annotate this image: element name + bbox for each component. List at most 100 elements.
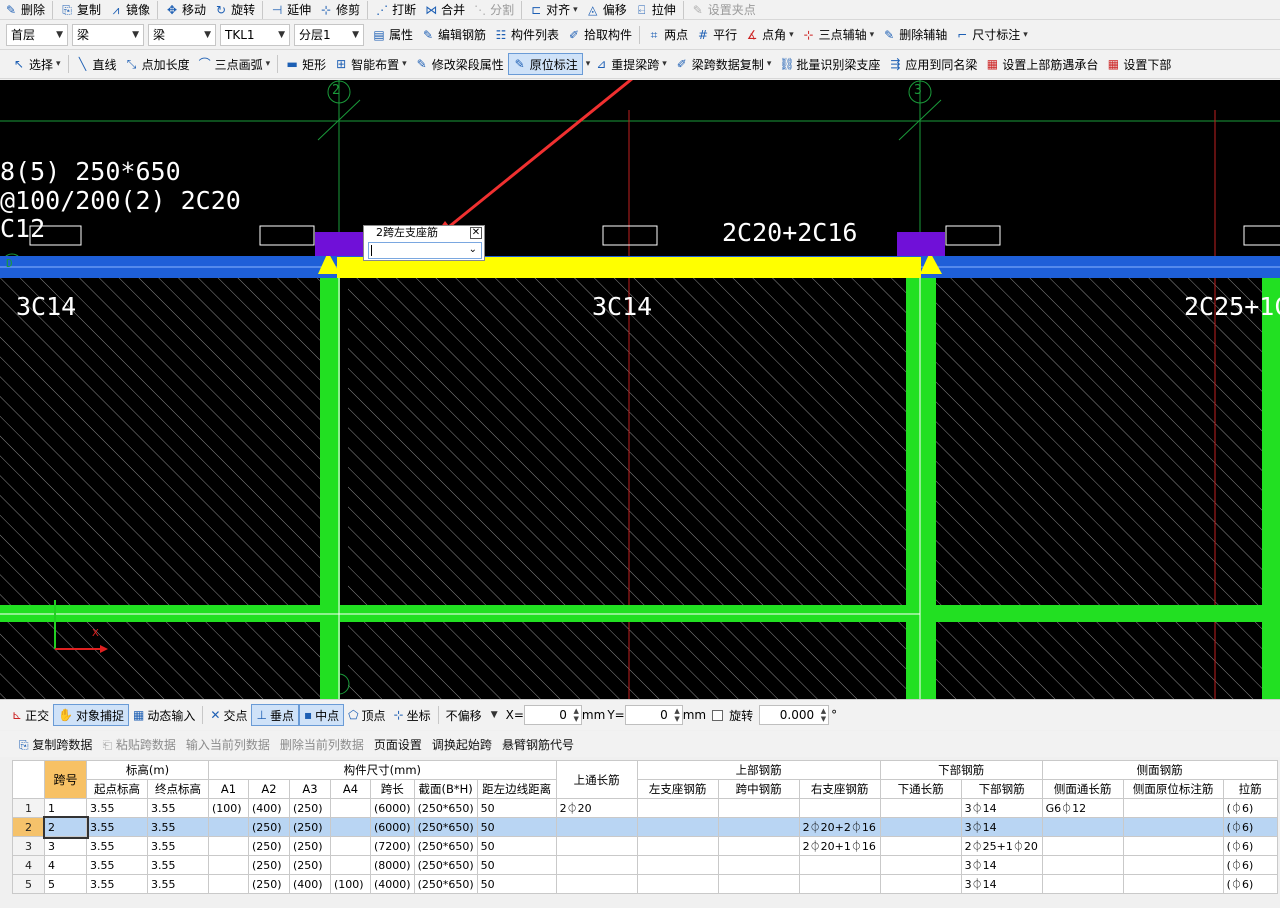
table-cell[interactable] [1122,874,1224,894]
table-cell[interactable] [879,836,962,856]
mirror-button[interactable]: ⩘ 镜像 [105,0,154,19]
annotation-box[interactable] [945,225,1001,246]
table-cell[interactable]: 3.55 [86,836,148,856]
table-cell[interactable]: 3.55 [147,874,209,894]
annotation-box[interactable] [602,225,658,246]
table-cell[interactable]: (250) [289,817,331,837]
pick-component-button[interactable]: ✐ 拾取构件 [563,20,636,49]
table-cell[interactable] [1041,817,1124,837]
table-cell[interactable]: 3.55 [147,798,209,818]
table-cell[interactable] [798,874,881,894]
table-cell[interactable]: (250) [248,817,290,837]
y-coordinate-input[interactable]: 0 ▲ ▼ [624,705,683,725]
table-cell[interactable]: 3.55 [147,836,209,856]
table-cell[interactable] [1041,874,1124,894]
chevron-down-icon[interactable]: ⌄ [469,244,477,255]
vertex-snap[interactable]: ⬠ 顶点 [344,704,389,726]
table-cell[interactable]: 3⏀14 [960,874,1043,894]
midpoint-snap[interactable]: ▪ 中点 [298,704,345,726]
offset-button[interactable]: ◬ 偏移 [582,0,631,19]
table-cell[interactable]: 3.55 [147,855,209,875]
table-cell[interactable] [555,874,638,894]
table-cell[interactable]: (8000) [370,855,415,875]
table-cell[interactable] [330,798,371,818]
table-cell[interactable]: (250*650) [413,874,478,894]
span-data-copy-button[interactable]: ✐ 梁跨数据复制 ▾ [671,50,776,78]
merge-button[interactable]: ⋈ 合并 [420,0,469,19]
table-cell[interactable]: (250) [289,855,331,875]
table-cell[interactable]: 4 [44,855,87,875]
table-cell[interactable]: 3.55 [86,874,148,894]
re-extract-span-button[interactable]: ⊿ 重提梁跨 ▾ [590,50,671,78]
table-cell[interactable]: (100) [208,798,249,818]
layer-select[interactable]: 分层1 ▼ [294,23,364,46]
rotate-angle-input[interactable]: 0.000 ▲ ▼ [759,705,830,725]
table-cell[interactable] [555,817,638,837]
table-cell[interactable]: G6⏀12 [1041,798,1124,818]
table-cell[interactable] [636,874,719,894]
table-cell[interactable] [717,855,800,875]
move-button[interactable]: ✥ 移动 [161,0,210,19]
annotation-box[interactable] [1243,225,1280,246]
category-select[interactable]: 梁 ▼ [72,23,144,46]
rotate-button[interactable]: ↻ 旋转 [210,0,259,19]
span-header[interactable]: 跨号 [44,760,87,799]
table-cell[interactable]: 50 [476,798,557,818]
table-cell[interactable]: (7200) [370,836,415,856]
table-cell[interactable] [879,855,962,875]
table-cell[interactable]: (6000) [370,817,415,837]
intersection-snap[interactable]: ✕ 交点 [206,704,251,726]
table-cell[interactable] [879,798,962,818]
table-row[interactable]: 2 2 3.55 3.55 (250) (250) (6000) (250*650) 50 2⏀2… [12,815,1278,839]
table-cell[interactable] [879,874,962,894]
coordinate-snap[interactable]: ⊹ 坐标 [390,704,435,726]
table-cell[interactable]: (⏀6) [1222,874,1278,894]
table-cell[interactable]: (250*650) [413,855,478,875]
table-cell[interactable] [717,817,800,837]
table-cell[interactable] [1041,855,1124,875]
table-cell[interactable] [555,855,638,875]
component-list-button[interactable]: ☷ 构件列表 [490,20,563,49]
table-cell[interactable]: (250) [248,836,290,856]
table-cell[interactable] [208,855,249,875]
table-cell[interactable] [330,817,371,837]
table-cell[interactable]: 3⏀14 [960,855,1043,875]
table-cell[interactable]: (250*650) [413,798,478,818]
table-cell[interactable]: 2⏀20+1⏀16 [798,836,881,856]
table-cell[interactable]: 50 [476,836,557,856]
copy-span-data-button[interactable]: ⎘ 复制跨数据 [14,736,97,753]
table-cell[interactable]: 1 [44,798,87,818]
table-cell[interactable]: 3.55 [86,817,148,837]
table-cell[interactable]: 3.55 [86,798,148,818]
break-button[interactable]: ⋰ 打断 [371,0,420,19]
table-cell[interactable] [798,798,881,818]
table-cell[interactable]: 2⏀20 [555,798,638,818]
table-cell[interactable] [636,836,719,856]
table-cell[interactable]: (⏀6) [1222,817,1278,837]
rotate-checkbox[interactable] [712,709,724,721]
input-column-data-button[interactable]: 输入当前列数据 [181,736,275,753]
rebar-input[interactable]: ⌄ [368,242,482,259]
table-cell[interactable] [798,855,881,875]
table-cell[interactable]: (250) [289,836,331,856]
set-grip-button[interactable]: ✎ 设置夹点 [687,0,760,19]
perpendicular-snap[interactable]: ⊥ 垂点 [251,704,299,726]
copy-button[interactable]: ⎘ 复制 [56,0,105,19]
table-cell[interactable]: 2⏀25+1⏀20 [960,836,1043,856]
line-button[interactable]: ╲ 直线 [72,50,121,78]
point-angle-button[interactable]: ∡ 点角 ▾ [741,20,798,49]
delete-axis-button[interactable]: ✎ 删除辅轴 [878,20,951,49]
type-select[interactable]: 梁 ▼ [148,23,216,46]
table-cell[interactable] [1122,855,1224,875]
dimension-button[interactable]: ⌐ 尺寸标注 ▾ [951,20,1032,49]
table-cell[interactable]: 3.55 [86,855,148,875]
table-cell[interactable]: 5 [44,874,87,894]
table-cell[interactable] [636,817,719,837]
table-cell[interactable] [555,836,638,856]
table-cell[interactable] [330,855,371,875]
batch-identify-support-button[interactable]: ⛓ 批量识别梁支座 [775,50,884,78]
set-top-rebar-cap-button[interactable]: ▦ 设置上部筋遇承台 [981,50,1102,78]
split-button[interactable]: ⋱ 分割 [469,0,518,19]
apply-same-name-button[interactable]: ⇶ 应用到同名梁 [884,50,981,78]
table-cell[interactable] [208,836,249,856]
